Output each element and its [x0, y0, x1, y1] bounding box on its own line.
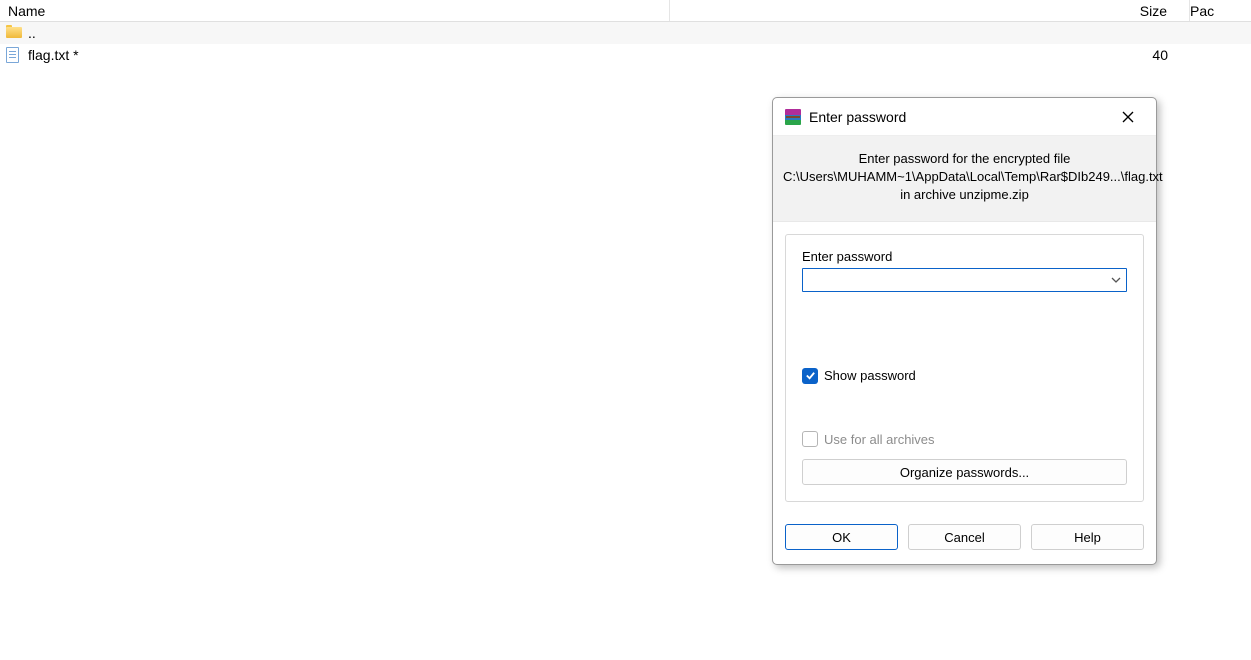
use-for-all-checkbox[interactable] — [802, 431, 818, 447]
password-input[interactable] — [802, 268, 1127, 292]
column-header-name[interactable]: Name — [0, 0, 670, 21]
dialog-message-line1: Enter password for the encrypted file — [783, 150, 1146, 168]
check-icon — [805, 370, 816, 381]
dialog-footer: OK Cancel Help — [773, 514, 1156, 564]
ok-button[interactable]: OK — [785, 524, 898, 550]
password-dialog: Enter password Enter password for the en… — [772, 97, 1157, 565]
organize-passwords-button[interactable]: Organize passwords... — [802, 459, 1127, 485]
file-name: flag.txt * — [28, 47, 668, 63]
dialog-body: Enter password Show password Use for all… — [773, 222, 1156, 514]
file-size: 40 — [668, 47, 1190, 63]
cancel-button[interactable]: Cancel — [908, 524, 1021, 550]
use-for-all-row[interactable]: Use for all archives — [802, 431, 1127, 447]
password-combo[interactable] — [802, 268, 1127, 292]
show-password-row[interactable]: Show password — [802, 368, 1127, 384]
textfile-icon — [6, 47, 22, 63]
dialog-titlebar[interactable]: Enter password — [773, 98, 1156, 136]
column-header-size[interactable]: Size — [670, 0, 1190, 21]
close-button[interactable] — [1108, 103, 1148, 131]
dialog-message-line3: in archive unzipme.zip — [783, 186, 1146, 204]
column-header-row: Name Size Pac — [0, 0, 1251, 22]
password-label: Enter password — [802, 249, 1127, 264]
file-name: .. — [28, 25, 668, 41]
winrar-icon — [785, 109, 801, 125]
show-password-label: Show password — [824, 368, 916, 383]
file-row-flag[interactable]: flag.txt * 40 — [0, 44, 1251, 66]
use-for-all-label: Use for all archives — [824, 432, 935, 447]
dialog-title: Enter password — [809, 109, 1108, 125]
dialog-message-line2: C:\Users\MUHAMM~1\AppData\Local\Temp\Rar… — [783, 168, 1146, 186]
folder-icon — [6, 25, 22, 41]
help-button[interactable]: Help — [1031, 524, 1144, 550]
column-header-packed[interactable]: Pac — [1190, 0, 1250, 21]
show-password-checkbox[interactable] — [802, 368, 818, 384]
password-group: Enter password Show password Use for all… — [785, 234, 1144, 502]
dialog-message: Enter password for the encrypted file C:… — [773, 136, 1156, 222]
file-row-parent[interactable]: .. — [0, 22, 1251, 44]
close-icon — [1122, 111, 1134, 123]
